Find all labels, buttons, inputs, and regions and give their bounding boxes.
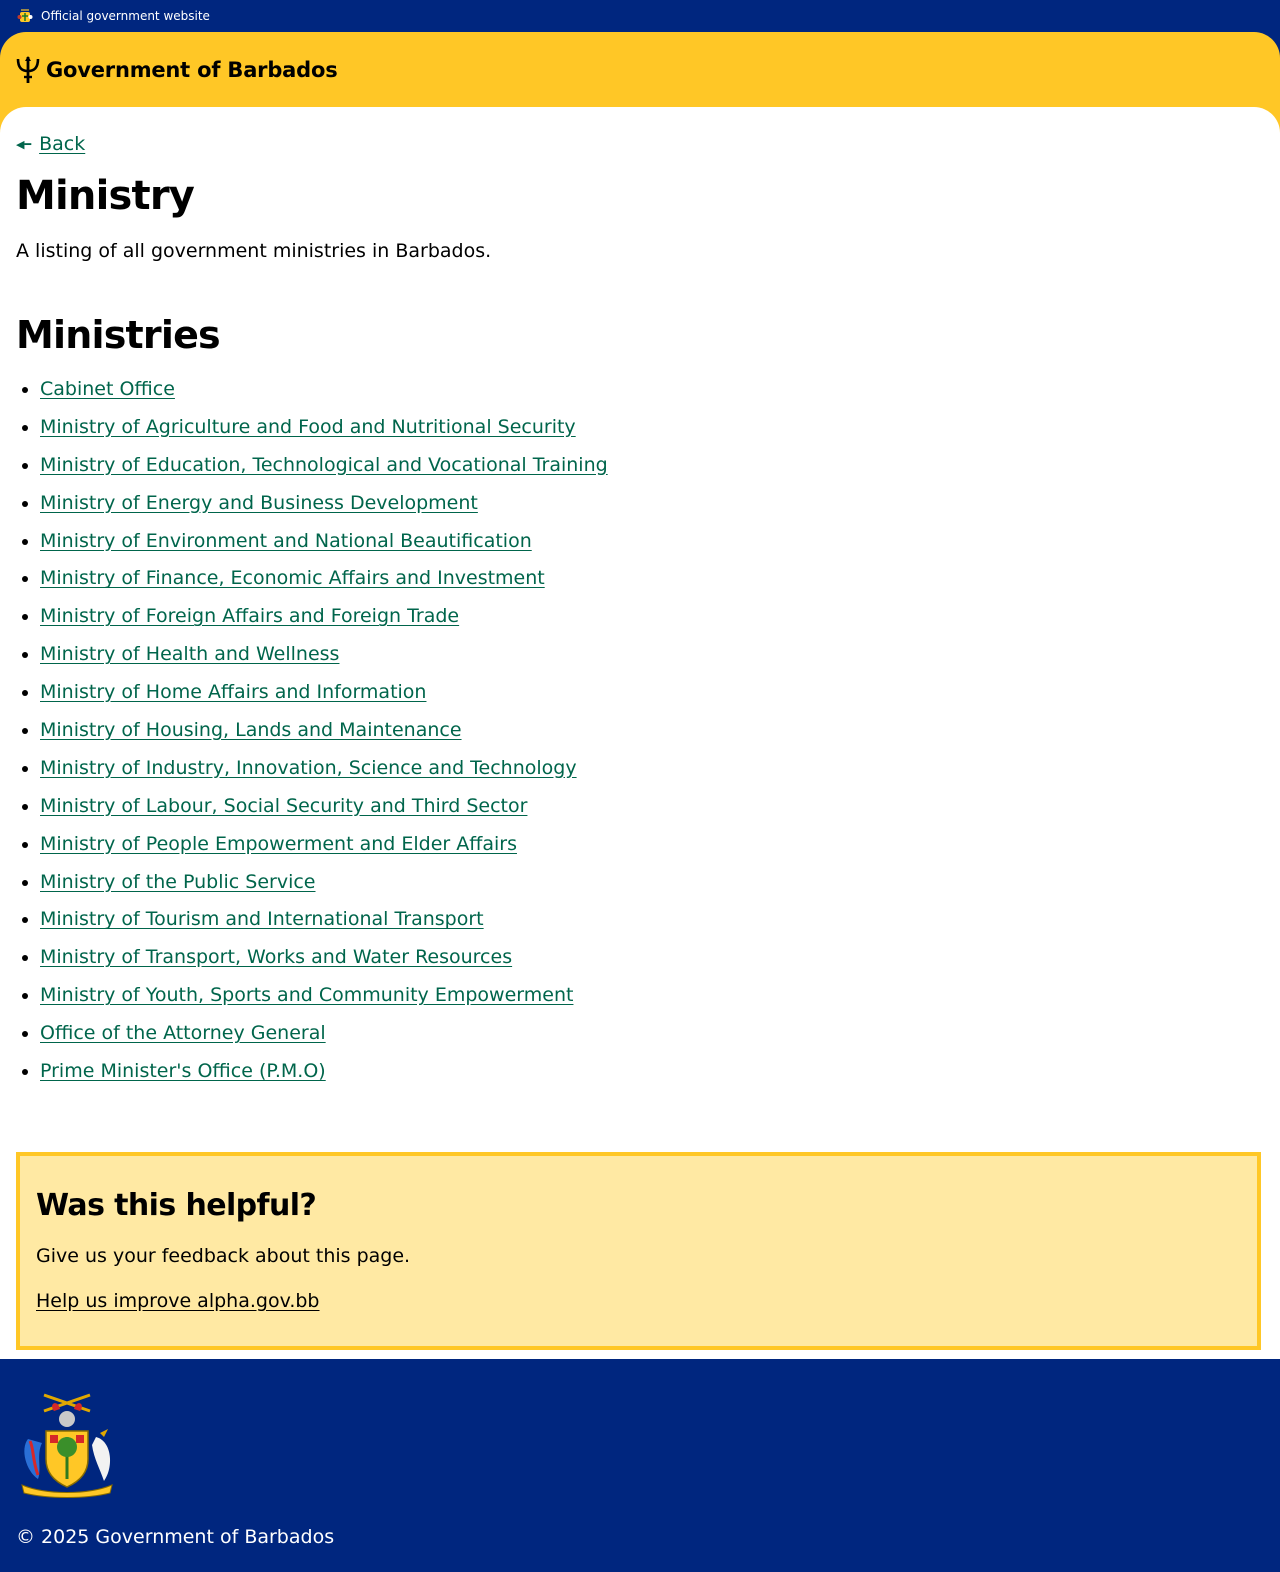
ministry-link[interactable]: Ministry of Transport, Works and Water R… — [40, 946, 512, 968]
list-item: Ministry of Housing, Lands and Maintenan… — [40, 719, 608, 757]
list-item: Ministry of People Empowerment and Elder… — [40, 833, 608, 871]
ministry-link[interactable]: Ministry of Education, Technological and… — [40, 454, 608, 476]
list-item: Ministry of Foreign Affairs and Foreign … — [40, 605, 608, 643]
ministry-link[interactable]: Ministry of the Public Service — [40, 871, 316, 893]
list-item: Ministry of Agriculture and Food and Nut… — [40, 416, 608, 454]
ministry-link[interactable]: Ministry of Energy and Business Developm… — [40, 492, 478, 514]
ministry-link[interactable]: Ministry of Finance, Economic Affairs an… — [40, 567, 545, 589]
ministry-link[interactable]: Ministry of Labour, Social Security and … — [40, 795, 527, 817]
feedback-link[interactable]: Help us improve alpha.gov.bb — [36, 1290, 320, 1312]
list-item: Ministry of Tourism and International Tr… — [40, 908, 608, 946]
ministry-link[interactable]: Ministry of Environment and National Bea… — [40, 530, 532, 552]
copyright-text: © 2025 Government of Barbados — [16, 1526, 335, 1548]
list-item: Ministry of Health and Wellness — [40, 643, 608, 681]
page-title: Ministry — [16, 173, 195, 219]
feedback-title: Was this helpful? — [36, 1188, 317, 1223]
arrow-left-icon: ◀━ — [16, 137, 32, 151]
trident-icon — [16, 56, 40, 83]
list-item: Ministry of Education, Technological and… — [40, 454, 608, 492]
ministry-link[interactable]: Ministry of Tourism and International Tr… — [40, 908, 484, 930]
list-item: Cabinet Office — [40, 378, 608, 416]
feedback-panel: Was this helpful? Give us your feedback … — [16, 1152, 1261, 1350]
list-item: Office of the Attorney General — [40, 1022, 608, 1060]
ministry-link[interactable]: Ministry of People Empowerment and Elder… — [40, 833, 517, 855]
back-link-wrap: ◀━ Back — [16, 133, 85, 155]
ministry-link[interactable]: Ministry of Industry, Innovation, Scienc… — [40, 757, 577, 779]
site-title: Government of Barbados — [46, 58, 338, 82]
ministry-link[interactable]: Ministry of Home Affairs and Information — [40, 681, 426, 703]
list-item: Ministry of Industry, Innovation, Scienc… — [40, 757, 608, 795]
list-item: Ministry of the Public Service — [40, 871, 608, 909]
list-item: Ministry of Energy and Business Developm… — [40, 492, 608, 530]
coat-of-arms-icon — [21, 1393, 113, 1498]
ministry-list: Cabinet Office Ministry of Agriculture a… — [40, 378, 608, 1098]
site-footer: © 2025 Government of Barbados — [0, 1359, 1280, 1572]
list-item: Ministry of Home Affairs and Information — [40, 681, 608, 719]
ministries-heading: Ministries — [16, 313, 221, 357]
main-content: ◀━ Back Ministry A listing of all govern… — [0, 107, 1280, 1359]
coat-of-arms-icon — [17, 9, 33, 22]
official-website-label: Official government website — [41, 9, 210, 23]
list-item: Ministry of Labour, Social Security and … — [40, 795, 608, 833]
list-item: Prime Minister's Office (P.M.O) — [40, 1060, 608, 1098]
ministry-link[interactable]: Ministry of Housing, Lands and Maintenan… — [40, 719, 462, 741]
ministry-link[interactable]: Cabinet Office — [40, 378, 175, 400]
ministry-link[interactable]: Office of the Attorney General — [40, 1022, 326, 1044]
ministry-link[interactable]: Prime Minister's Office (P.M.O) — [40, 1060, 326, 1082]
feedback-text: Give us your feedback about this page. — [36, 1245, 411, 1267]
home-link[interactable]: Government of Barbados — [16, 56, 338, 84]
ministry-link[interactable]: Ministry of Foreign Affairs and Foreign … — [40, 605, 459, 627]
ministry-link[interactable]: Ministry of Agriculture and Food and Nut… — [40, 416, 576, 438]
list-item: Ministry of Youth, Sports and Community … — [40, 984, 608, 1022]
list-item: Ministry of Environment and National Bea… — [40, 530, 608, 568]
list-item: Ministry of Transport, Works and Water R… — [40, 946, 608, 984]
page-description: A listing of all government ministries i… — [16, 240, 492, 262]
official-banner: Official government website — [0, 0, 1280, 32]
ministry-link[interactable]: Ministry of Youth, Sports and Community … — [40, 984, 573, 1006]
back-link[interactable]: Back — [39, 133, 85, 155]
list-item: Ministry of Finance, Economic Affairs an… — [40, 567, 608, 605]
ministry-link[interactable]: Ministry of Health and Wellness — [40, 643, 339, 665]
